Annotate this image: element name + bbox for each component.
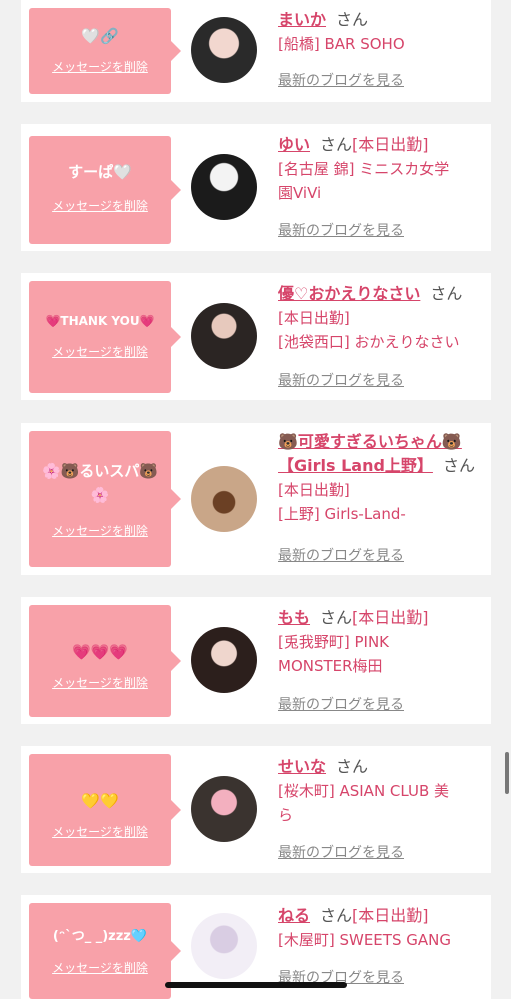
message-text: すーぱ🤍 xyxy=(68,163,132,181)
avatar[interactable] xyxy=(191,913,257,979)
shop-line: [池袋西口] おかえりなさい xyxy=(278,333,460,351)
latest-blog-link[interactable]: 最新のブログを見る xyxy=(278,222,404,240)
message-bubble: すーぱ🤍 メッセージを削除 xyxy=(29,136,181,244)
work-status: [本日出勤] xyxy=(278,481,350,499)
work-status: [本日出勤] xyxy=(278,309,350,327)
honorific: さん xyxy=(320,906,353,925)
latest-blog-link[interactable]: 最新のブログを見る xyxy=(278,844,404,862)
honorific: さん xyxy=(320,608,353,627)
delete-message-link[interactable]: メッセージを削除 xyxy=(29,824,171,840)
message-text: 🤍🔗 xyxy=(81,27,119,45)
shop-line: [兎我野町] PINK xyxy=(278,633,389,651)
delete-message-link[interactable]: メッセージを削除 xyxy=(29,59,171,75)
latest-blog-link[interactable]: 最新のブログを見る xyxy=(278,72,404,90)
delete-message-link[interactable]: メッセージを削除 xyxy=(29,198,171,214)
delete-message-link[interactable]: メッセージを削除 xyxy=(29,523,171,539)
work-status: [本日出勤] xyxy=(352,135,429,154)
latest-blog-link[interactable]: 最新のブログを見る xyxy=(278,547,404,565)
message-text: (ᵔ`つ_ _)zzz🩵 xyxy=(52,929,148,944)
work-status: [本日出勤] xyxy=(352,906,429,925)
message-card: 💛💛 メッセージを削除 せいな さん [桜木町] ASIAN CLUB 美 ら 最… xyxy=(21,746,491,873)
home-indicator[interactable] xyxy=(165,982,347,988)
message-text-2: 🌸 xyxy=(90,486,110,504)
shop-line-2: MONSTER梅田 xyxy=(278,657,383,675)
honorific: さん xyxy=(320,135,353,154)
delete-message-link[interactable]: メッセージを削除 xyxy=(29,344,171,360)
girl-name-link-2[interactable]: 【Girls Land上野】 xyxy=(278,456,433,475)
message-bubble: 🤍🔗 メッセージを削除 xyxy=(29,8,181,94)
shop-line: [名古屋 錦] ミニスカ女学 xyxy=(278,160,450,178)
avatar[interactable] xyxy=(191,776,257,842)
girl-name-link[interactable]: まいか xyxy=(278,10,326,29)
message-bubble: 🌸🐻るいスパ🐻 🌸 メッセージを削除 xyxy=(29,431,181,567)
girl-name-link[interactable]: ゆい xyxy=(278,135,310,154)
message-card: 🤍🔗 メッセージを削除 まいか さん [船橋] BAR SOHO 最新のブログを見… xyxy=(21,0,491,102)
delete-message-link[interactable]: メッセージを削除 xyxy=(29,675,171,691)
honorific: さん xyxy=(430,284,463,303)
message-text: 💗THANK YOU💗 xyxy=(45,314,155,328)
shop-line: [木屋町] SWEETS GANG xyxy=(278,931,451,949)
delete-message-link[interactable]: メッセージを削除 xyxy=(29,960,171,976)
message-card: 🌸🐻るいスパ🐻 🌸 メッセージを削除 🐻可愛すぎるいちゃん🐻 【Girls La… xyxy=(21,423,491,575)
honorific: さん xyxy=(336,10,369,29)
message-card: 💗THANK YOU💗 メッセージを削除 優♡おかえりなさい さん [本日出勤] … xyxy=(21,273,491,400)
scrollbar[interactable] xyxy=(505,752,509,794)
shop-line: [上野] Girls-Land- xyxy=(278,505,406,523)
girl-name-link[interactable]: 🐻可愛すぎるいちゃん🐻 xyxy=(278,432,462,451)
shop-line-2: ら xyxy=(278,806,294,824)
avatar[interactable] xyxy=(191,466,257,532)
work-status: [本日出勤] xyxy=(352,608,429,627)
honorific: さん xyxy=(336,757,369,776)
shop-line: [船橋] BAR SOHO xyxy=(278,35,405,53)
latest-blog-link[interactable]: 最新のブログを見る xyxy=(278,372,404,390)
avatar[interactable] xyxy=(191,303,257,369)
message-text: 💗💗💗 xyxy=(71,643,129,661)
shop-line: [桜木町] ASIAN CLUB 美 xyxy=(278,782,450,800)
girl-name-link[interactable]: 優♡おかえりなさい xyxy=(278,284,420,303)
avatar[interactable] xyxy=(191,627,257,693)
message-bubble: 💗THANK YOU💗 メッセージを削除 xyxy=(29,281,181,393)
message-bubble: 💗💗💗 メッセージを削除 xyxy=(29,605,181,717)
message-bubble: (ᵔ`つ_ _)zzz🩵 メッセージを削除 xyxy=(29,903,181,999)
message-text: 🌸🐻るいスパ🐻 xyxy=(41,462,159,480)
message-card: 💗💗💗 メッセージを削除 もも さん[本日出勤] [兎我野町] PINK MONS… xyxy=(21,597,491,724)
honorific: さん xyxy=(442,456,475,475)
message-card: すーぱ🤍 メッセージを削除 ゆい さん[本日出勤] [名古屋 錦] ミニスカ女学 … xyxy=(21,124,491,251)
girl-name-link[interactable]: もも xyxy=(278,608,310,627)
message-text: 💛💛 xyxy=(81,792,119,810)
avatar[interactable] xyxy=(191,154,257,220)
latest-blog-link[interactable]: 最新のブログを見る xyxy=(278,696,404,714)
girl-name-link[interactable]: せいな xyxy=(278,757,326,776)
girl-name-link[interactable]: ねる xyxy=(278,906,310,925)
message-bubble: 💛💛 メッセージを削除 xyxy=(29,754,181,866)
avatar[interactable] xyxy=(191,17,257,83)
shop-line-2: 園ViVi xyxy=(278,184,322,202)
